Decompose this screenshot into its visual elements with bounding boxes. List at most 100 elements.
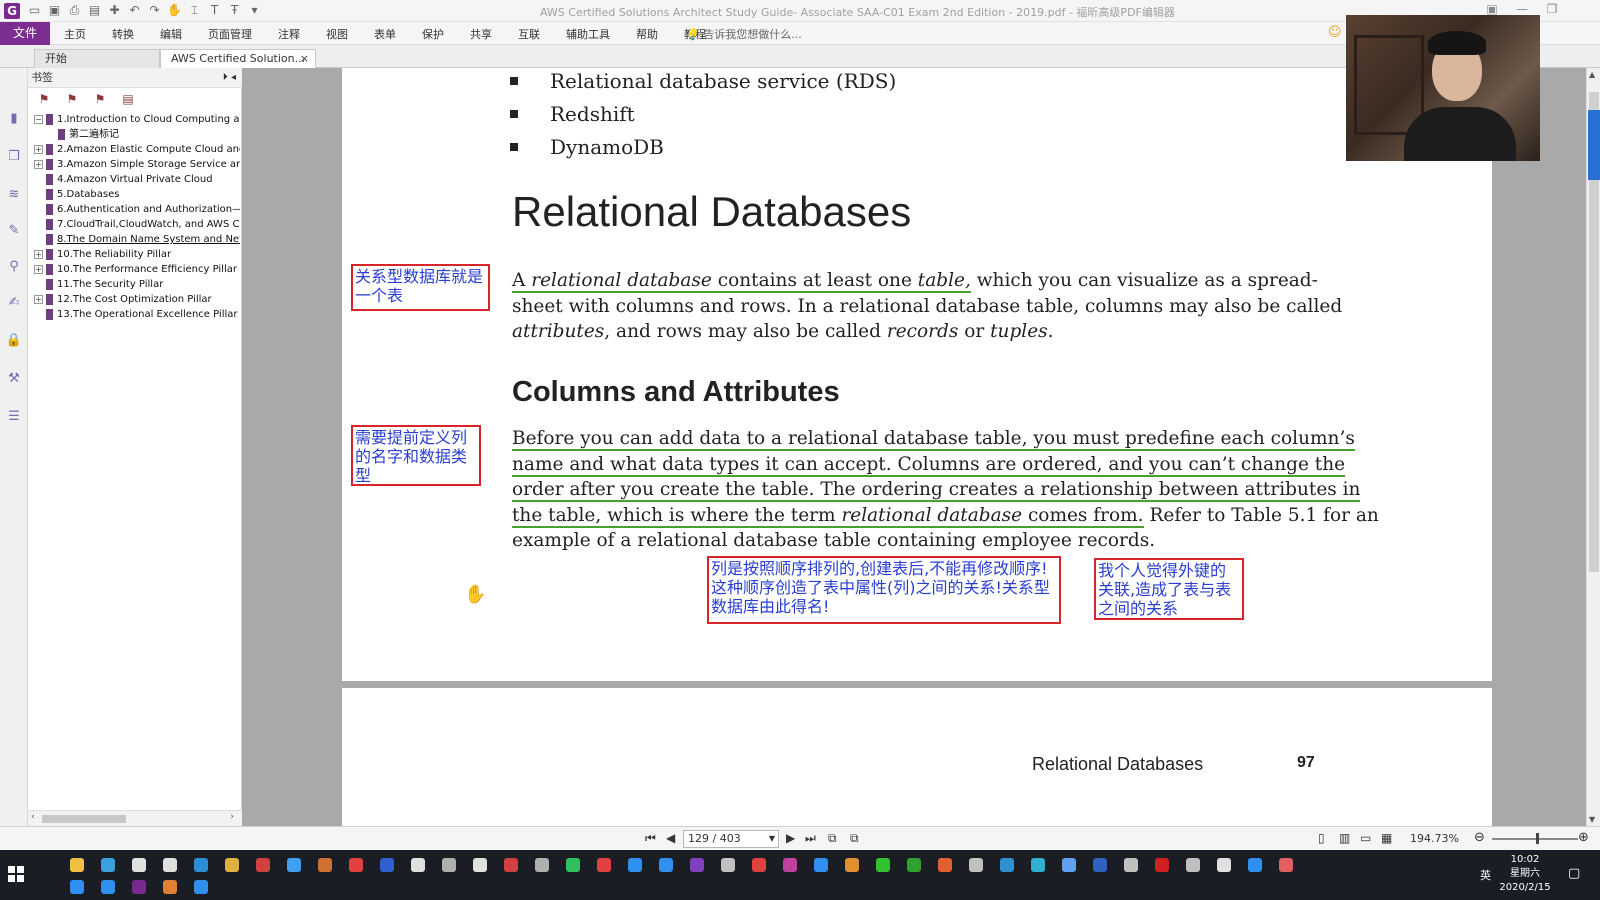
smiley-icon[interactable]: ☺ <box>1328 25 1342 40</box>
text-format-icon[interactable]: Ŧ <box>226 2 243 19</box>
taskbar-app-icon[interactable] <box>1217 858 1231 872</box>
taskbar-app-icon[interactable] <box>442 858 456 872</box>
system-clock[interactable]: 10:02 星期六 2020/2/15 <box>1490 853 1560 895</box>
redo-icon[interactable]: ↷ <box>146 2 163 19</box>
taskbar-app-icon[interactable] <box>690 858 704 872</box>
expand-node-icon[interactable]: + <box>34 144 43 154</box>
comments-panel-icon[interactable]: ✎ <box>5 222 23 240</box>
taskbar-app-icon[interactable] <box>225 858 239 872</box>
bookmark-item[interactable]: +12.The Cost Optimization Pillar <box>34 292 240 307</box>
taskbar-app-icon[interactable] <box>1031 858 1045 872</box>
tools-icon[interactable]: ⚒ <box>5 370 23 388</box>
bookmark-item[interactable]: +2.Amazon Elastic Compute Cloud and <box>34 142 240 157</box>
restore-ribbon-icon[interactable]: ▣ <box>1484 2 1500 16</box>
print-icon[interactable]: ⎙ <box>66 2 83 19</box>
ribbon-tab-home[interactable]: 主页 <box>64 26 86 42</box>
ribbon-tab-share[interactable]: 共享 <box>470 26 492 42</box>
undo-icon[interactable]: ↶ <box>126 2 143 19</box>
collapse-bookmark-icon[interactable]: ⚑ <box>92 92 108 108</box>
taskbar-app-icon[interactable] <box>1124 858 1138 872</box>
bookmarks-horizontal-scrollbar[interactable]: ‹ › <box>28 810 242 826</box>
annotation-textbox[interactable]: 列是按照顺序排列的,创建表后,不能再修改顺序!这种顺序创造了表中属性(列)之间的… <box>707 556 1061 624</box>
last-page-icon[interactable]: ⏭ <box>805 831 816 846</box>
zoom-out-icon[interactable]: ⊖ <box>1474 830 1485 845</box>
ribbon-tab-protect[interactable]: 保护 <box>422 26 444 42</box>
zoom-level[interactable]: 194.73% <box>1410 832 1459 845</box>
zoom-in-icon[interactable]: ⊕ <box>1578 830 1589 845</box>
hand-tool-icon[interactable]: ✋ <box>166 2 183 19</box>
maximize-icon[interactable]: ❐ <box>1544 2 1560 16</box>
ribbon-tab-help[interactable]: 帮助 <box>636 26 658 42</box>
taskbar-app-icon[interactable] <box>814 858 828 872</box>
bookmark-item[interactable]: 7.CloudTrail,CloudWatch, and AWS Co <box>34 217 240 232</box>
document-vertical-scrollbar[interactable]: ▲ ▼ <box>1586 68 1600 826</box>
new-icon[interactable]: ✚ <box>106 2 123 19</box>
bookmark-item[interactable]: 13.The Operational Excellence Pillar <box>34 307 240 322</box>
taskbar-app-icon[interactable] <box>70 858 84 872</box>
ribbon-tab-convert[interactable]: 转换 <box>112 26 134 42</box>
bookmark-item[interactable]: +10.The Performance Efficiency Pillar <box>34 262 240 277</box>
ime-indicator[interactable]: 英 <box>1480 867 1491 883</box>
expand-node-icon[interactable]: + <box>34 159 43 169</box>
add-bookmark-icon[interactable]: ⚑ <box>36 92 52 108</box>
taskbar-app-icon[interactable] <box>101 858 115 872</box>
collapse-node-icon[interactable]: − <box>34 114 43 124</box>
expand-bookmark-icon[interactable]: ⚑ <box>64 92 80 108</box>
taskbar-app-icon[interactable] <box>318 858 332 872</box>
taskbar-app-icon[interactable] <box>380 858 394 872</box>
taskbar-app-icon[interactable] <box>938 858 952 872</box>
windows-start-icon[interactable] <box>8 866 24 882</box>
taskbar-app-icon[interactable] <box>1062 858 1076 872</box>
taskbar-app-icon[interactable] <box>628 858 642 872</box>
file-menu-button[interactable]: 文件 <box>0 22 50 45</box>
taskbar-app-icon[interactable] <box>1000 858 1014 872</box>
attachments-panel-icon[interactable]: ⚲ <box>5 258 23 276</box>
chevron-down-icon[interactable]: ▼ <box>769 831 775 847</box>
bookmark-item[interactable]: 第二遍标记 <box>34 127 240 142</box>
taskbar-app-icon[interactable] <box>70 880 84 894</box>
ribbon-tab-view[interactable]: 视图 <box>326 26 348 42</box>
taskbar-app-icon[interactable] <box>194 880 208 894</box>
bookmark-item[interactable]: +3.Amazon Simple Storage Service and <box>34 157 240 172</box>
scroll-left-icon[interactable]: ‹ <box>31 812 35 822</box>
taskbar-app-icon[interactable] <box>1279 858 1293 872</box>
layers-panel-icon[interactable]: ≋ <box>5 186 23 204</box>
taskbar-app-icon[interactable] <box>473 858 487 872</box>
select-tool-icon[interactable]: ⌶ <box>186 2 203 19</box>
first-page-icon[interactable]: ⏮ <box>645 831 656 846</box>
side-panel-toggle[interactable] <box>1588 110 1600 180</box>
scroll-down-icon[interactable]: ▼ <box>1589 815 1595 824</box>
tab-document[interactable]: AWS Certified Solution... × <box>160 49 316 68</box>
annotation-textbox[interactable]: 需要提前定义列的名字和数据类型 <box>351 425 481 486</box>
customize-qat-icon[interactable]: ▾ <box>246 2 263 19</box>
minimize-icon[interactable]: — <box>1514 2 1530 16</box>
previous-page-icon[interactable]: ◀ <box>666 831 675 845</box>
taskbar-app-icon[interactable] <box>535 858 549 872</box>
content-panel-icon[interactable]: ☰ <box>5 408 23 426</box>
annotation-textbox[interactable]: 关系型数据库就是一个表 <box>351 264 490 311</box>
bookmark-item-active[interactable]: 8.The Domain Name System and Netw <box>34 232 240 247</box>
taskbar-app-icon[interactable] <box>1248 858 1262 872</box>
typewriter-icon[interactable]: T <box>206 2 223 19</box>
previous-view-icon[interactable]: ⧉ <box>828 831 837 846</box>
taskbar-app-icon[interactable] <box>194 858 208 872</box>
pages-panel-icon[interactable]: ❒ <box>5 148 23 166</box>
security-lock-icon[interactable]: 🔒 <box>5 332 23 350</box>
taskbar-app-icon[interactable] <box>1155 858 1169 872</box>
taskbar-app-icon[interactable] <box>845 858 859 872</box>
taskbar-app-icon[interactable] <box>721 858 735 872</box>
scroll-right-icon[interactable]: › <box>230 812 234 822</box>
scrollbar-thumb[interactable] <box>42 815 126 823</box>
zoom-slider-handle[interactable] <box>1536 833 1539 844</box>
next-page-icon[interactable]: ▶ <box>786 831 795 845</box>
single-page-view-icon[interactable]: ▯ <box>1318 831 1325 845</box>
bookmark-options-icon[interactable]: ▤ <box>120 92 136 108</box>
bookmark-item[interactable]: 11.The Security Pillar <box>34 277 240 292</box>
taskbar-app-icon[interactable] <box>1093 858 1107 872</box>
taskbar-app-icon[interactable] <box>256 858 270 872</box>
taskbar-app-icon[interactable] <box>132 858 146 872</box>
taskbar-app-icon[interactable] <box>907 858 921 872</box>
ribbon-tab-accessibility[interactable]: 辅助工具 <box>566 26 610 42</box>
continuous-view-icon[interactable]: ▥ <box>1339 831 1350 845</box>
open-icon[interactable]: ▭ <box>26 2 43 19</box>
